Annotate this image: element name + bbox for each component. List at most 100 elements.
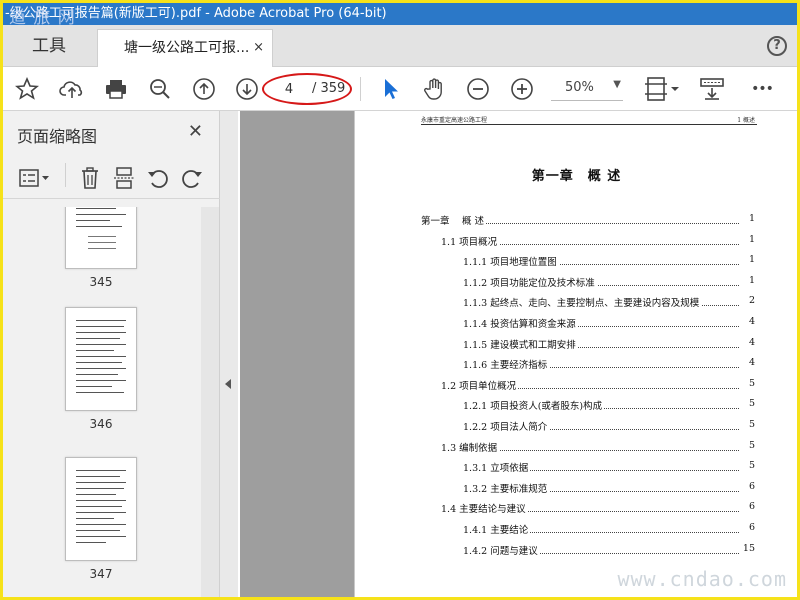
toc-entry[interactable]: 1.1.4 投资估算和资金来源 4 — [463, 316, 755, 332]
toc-entry-page: 5 — [748, 439, 755, 451]
toc-entry-page: 1 — [748, 274, 755, 286]
toc-entry[interactable]: 第一章 概 述 1 — [421, 213, 755, 229]
hand-tool-icon[interactable] — [420, 75, 448, 103]
toc-entry[interactable]: 1.2.1 项目投资人(或者股东)构成 5 — [463, 398, 755, 414]
window-title: -级公路工可报告篇(新版工可).pdf - Adobe Acrobat Pro … — [3, 3, 797, 25]
zoom-level-select[interactable]: 50% ▼ — [551, 77, 623, 101]
select-cursor-icon[interactable] — [377, 75, 405, 103]
rotate-left-icon[interactable] — [145, 165, 171, 191]
chevron-left-icon — [225, 379, 231, 389]
fit-page-icon[interactable] — [643, 75, 683, 103]
print-icon[interactable] — [102, 75, 130, 103]
tab-close-icon[interactable]: × — [253, 30, 264, 66]
header-rule — [421, 124, 757, 125]
toc-entry-label: 1.2.2 项目法人简介 — [463, 419, 550, 433]
toc-entry-label: 1.1.1 项目地理位置图 — [463, 254, 559, 269]
tab-document-label: 塘一级公路工可报... — [124, 40, 250, 56]
tab-document[interactable]: 塘一级公路工可报... × — [97, 29, 273, 67]
toc-entry-page: 6 — [748, 501, 755, 513]
previous-page-edge — [240, 111, 354, 597]
toc-entry[interactable]: 1.4.1 主要结论 6 — [463, 522, 755, 538]
panel-close-icon[interactable]: ✕ — [188, 121, 203, 142]
toc-entry-page: 4 — [748, 336, 755, 348]
bookmark-star-icon[interactable] — [13, 75, 41, 103]
options-menu-icon[interactable] — [17, 165, 53, 191]
toc-entry[interactable]: 1.1.6 主要经济指标 4 — [463, 357, 755, 373]
toc-entry-label: 1.4 主要结论与建议 — [441, 501, 528, 516]
toc-entry[interactable]: 1.3.1 立项依据 5 — [463, 460, 755, 476]
toc-entry[interactable]: 1.3 编制依据 5 — [441, 439, 755, 456]
toc-entry-page: 4 — [748, 316, 755, 327]
panel-divider — [65, 163, 66, 187]
toc-entry[interactable]: 1.4 主要结论与建议 6 — [441, 501, 755, 517]
toc-entry-page: 15 — [742, 542, 755, 554]
trash-icon[interactable] — [77, 165, 103, 191]
toc-entry-page: 1 — [748, 254, 755, 266]
watermark-bottom: www.cndao.com — [617, 567, 787, 591]
cloud-upload-icon[interactable] — [58, 75, 86, 103]
toc-entry[interactable]: 1.4.2 问题与建议 15 — [463, 542, 755, 559]
toc-entry-label: 1.2.1 项目投资人(或者股东)构成 — [463, 398, 605, 413]
toc-entry-page: 6 — [748, 522, 755, 533]
scroll-mode-icon[interactable] — [697, 75, 727, 103]
chevron-down-icon: ▼ — [613, 79, 621, 90]
tab-bar: 工具 塘一级公路工可报... × ? — [3, 25, 797, 67]
toc-entry-label: 1.1.5 建设模式和工期安排 — [463, 336, 578, 351]
toc-entry[interactable]: 1.1.1 项目地理位置图 1 — [463, 254, 755, 270]
toc-entry-label: 1.4.2 问题与建议 — [463, 542, 540, 557]
zoom-level-value: 50% — [565, 80, 594, 95]
toc-entry[interactable]: 1.1.5 建设模式和工期安排 4 — [463, 336, 755, 353]
panel-title: 页面缩略图 — [17, 127, 98, 146]
page-header-left: 永康市重定高速公路工程 — [421, 117, 488, 124]
toc-entry[interactable]: 1.3.2 主要标准规范 6 — [463, 480, 755, 497]
app-window: -级公路工可报告篇(新版工可).pdf - Adobe Acrobat Pro … — [3, 3, 797, 597]
toc-entry-page: 1 — [748, 233, 755, 245]
toc-entry-label: 1.4.1 主要结论 — [463, 522, 531, 536]
main-toolbar: / 359 50% ▼ ••• — [3, 67, 797, 111]
toc-entry-page: 1 — [748, 213, 755, 224]
toc-entry-label: 第一章 概 述 — [421, 213, 487, 227]
toc-entry-label: 1.3 编制依据 — [441, 439, 500, 454]
panel-toolbar — [3, 155, 220, 199]
toc-entry[interactable]: 1.1.3 起终点、走向、主要控制点、主要建设内容及规模 2 — [463, 295, 755, 311]
toc-entry-label: 1.1.6 主要经济指标 — [463, 357, 550, 372]
extract-pages-icon[interactable] — [111, 165, 137, 191]
toolbar-divider — [360, 77, 361, 101]
thumbnail-scrollbar[interactable] — [201, 207, 219, 597]
more-options-icon[interactable]: ••• — [747, 75, 777, 103]
toc-entry-label: 1.3.2 主要标准规范 — [463, 480, 550, 495]
thumbnails-panel: 页面缩略图 ✕ 345 346 347 — [3, 111, 220, 597]
annotation-circle — [262, 73, 352, 105]
rotate-right-icon[interactable] — [179, 165, 205, 191]
page-navigator: / 359 — [262, 73, 352, 105]
zoom-in-icon[interactable] — [508, 75, 536, 103]
toc-entry-label: 1.1 项目概况 — [441, 233, 500, 248]
page-thumbnail[interactable] — [65, 207, 137, 269]
page-thumbnail[interactable] — [65, 307, 137, 411]
toc-entry-page: 5 — [748, 419, 755, 430]
toc-entry[interactable]: 1.2.2 项目法人简介 5 — [463, 419, 755, 435]
previous-page-icon[interactable] — [190, 75, 218, 103]
help-icon[interactable]: ? — [767, 36, 787, 56]
thumbnail-list: 345 346 347 — [3, 207, 201, 597]
toc-entry-page: 4 — [748, 357, 755, 369]
page-thumbnail[interactable] — [65, 457, 137, 561]
document-view: 永康市重定高速公路工程 1 概述 第一章 概 述 第一章 概 述 1 1.1 项目概… — [238, 111, 797, 597]
toc-entry-page: 2 — [748, 295, 755, 307]
toc-entry-label: 1.1.3 起终点、走向、主要控制点、主要建设内容及规模 — [463, 295, 702, 310]
toc-entry-page: 5 — [748, 398, 755, 410]
thumbnail-page-number: 345 — [89, 275, 113, 289]
next-page-icon[interactable] — [233, 75, 261, 103]
toc-entry[interactable]: 1.1.2 项目功能定位及技术标准 1 — [463, 274, 755, 291]
toc-entry[interactable]: 1.2 项目单位概况 5 — [441, 377, 755, 394]
toc-entry[interactable]: 1.1 项目概况 1 — [441, 233, 755, 250]
toc-entry-label: 1.1.4 投资估算和资金来源 — [463, 316, 578, 330]
tab-tools[interactable]: 工具 — [3, 25, 95, 67]
toc-entry-label: 1.3.1 立项依据 — [463, 460, 531, 475]
thumbnail-page-number: 347 — [89, 567, 113, 581]
toc-entry-page: 5 — [748, 377, 755, 389]
zoom-search-icon[interactable] — [146, 75, 174, 103]
toc-entry-page: 5 — [748, 460, 755, 472]
zoom-out-icon[interactable] — [464, 75, 492, 103]
panel-collapse-handle[interactable] — [220, 111, 238, 597]
